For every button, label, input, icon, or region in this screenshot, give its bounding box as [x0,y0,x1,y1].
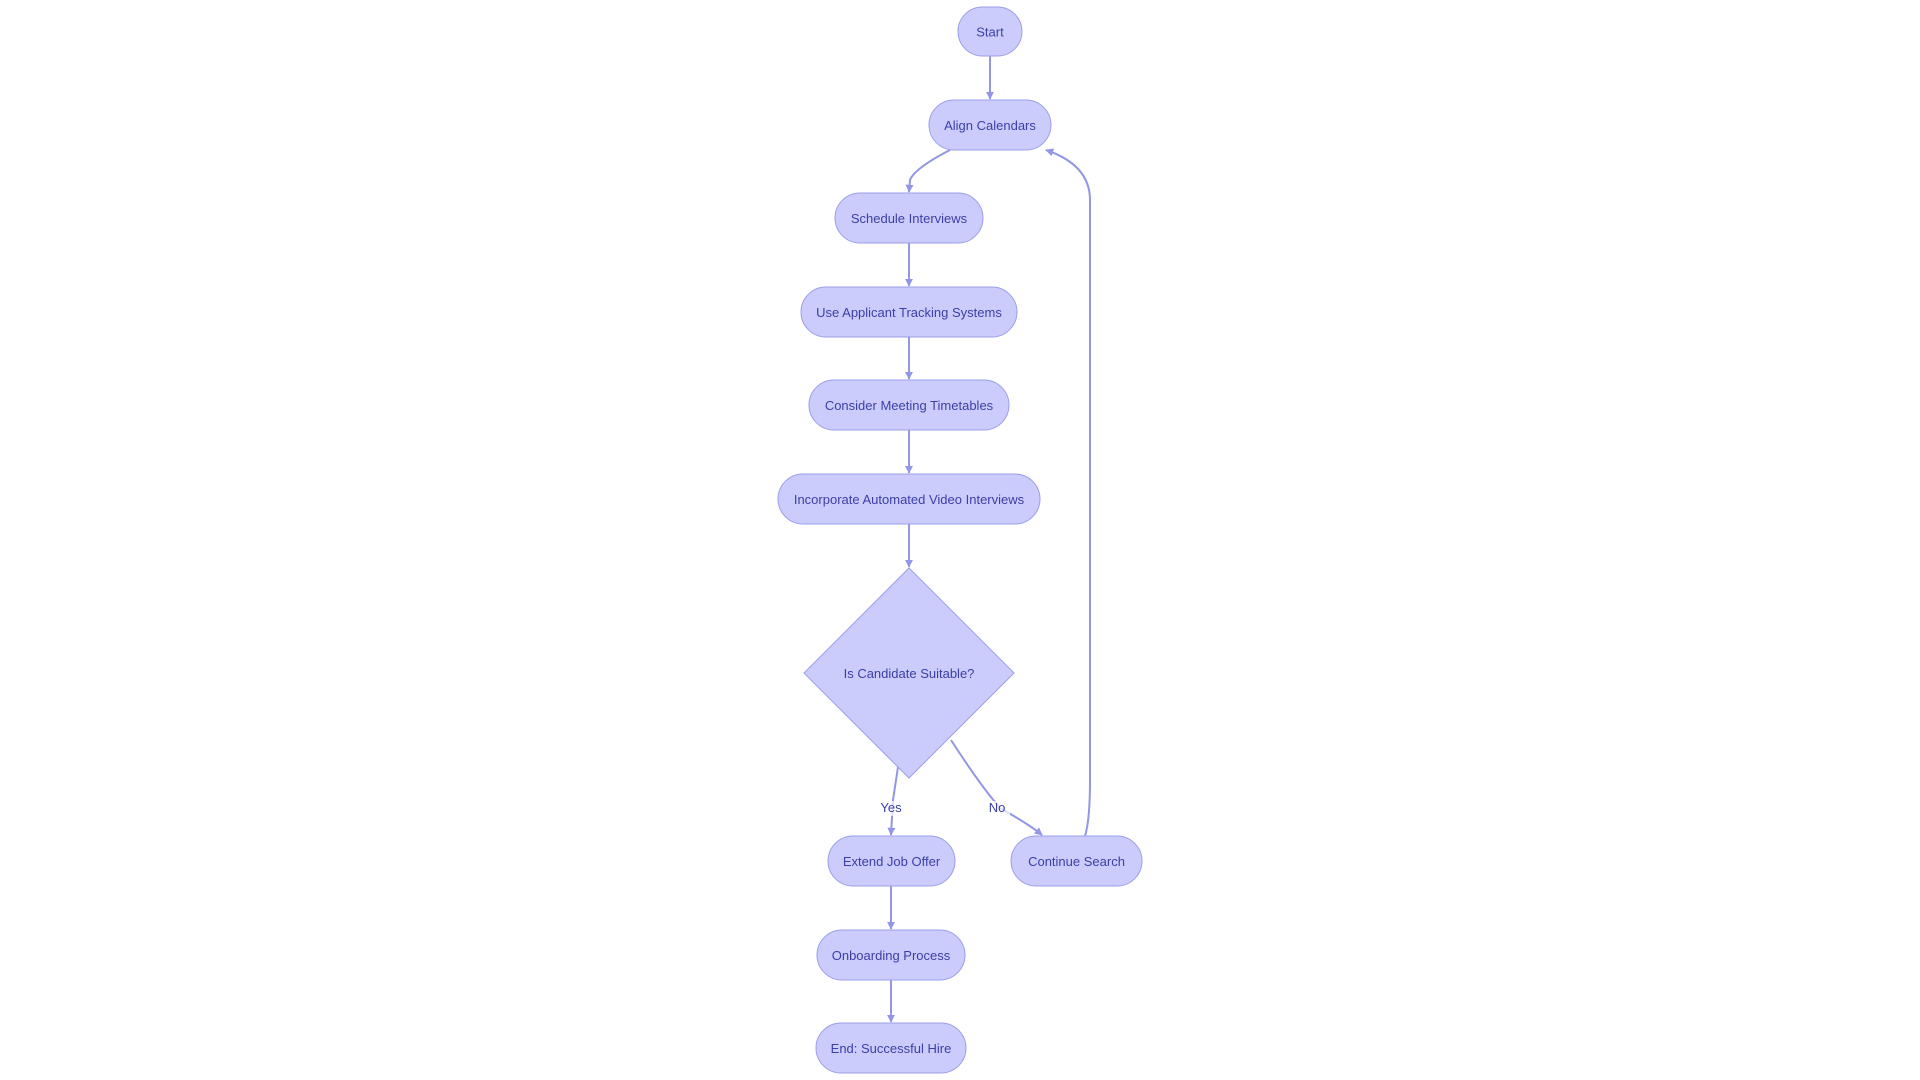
edge-align-to-schedule [905,149,951,193]
node-suitable[interactable]: Is Candidate Suitable? [803,567,1015,779]
edge-label-no: No [989,800,1006,815]
edge-search-to-align [1045,148,1091,837]
node-onboarding[interactable]: Onboarding Process [816,929,966,981]
node-schedule[interactable]: Schedule Interviews [834,192,984,244]
edge-suitable-to-search [950,739,1043,836]
node-ats[interactable]: Use Applicant Tracking Systems [800,286,1018,338]
node-search[interactable]: Continue Search [1010,835,1143,887]
node-end[interactable]: End: Successful Hire [815,1022,967,1074]
node-timetables[interactable]: Consider Meeting Timetables [808,379,1010,431]
node-align[interactable]: Align Calendars [928,99,1052,151]
node-label: Extend Job Offer [843,854,941,869]
node-label: Incorporate Automated Video Interviews [794,492,1025,507]
node-label: Use Applicant Tracking Systems [816,305,1002,320]
edge-labels-layer: Yes No [878,800,1010,816]
node-start[interactable]: Start [957,6,1023,57]
edge-label-yes: Yes [880,800,902,815]
nodes-layer: Start Align Calendars Schedule Interviews U… [777,6,1143,1074]
flowchart-canvas: Start Align Calendars Schedule Interviews U… [777,6,1143,1074]
node-label: Align Calendars [944,118,1036,133]
node-label: End: Successful Hire [831,1041,952,1056]
node-label: Schedule Interviews [851,211,968,226]
node-label: Is Candidate Suitable? [844,666,975,681]
node-label: Onboarding Process [832,948,951,963]
node-label: Continue Search [1028,854,1125,869]
node-video[interactable]: Incorporate Automated Video Interviews [777,473,1041,525]
node-offer[interactable]: Extend Job Offer [827,835,956,887]
node-label: Consider Meeting Timetables [825,398,994,413]
node-label: Start [976,25,1004,40]
